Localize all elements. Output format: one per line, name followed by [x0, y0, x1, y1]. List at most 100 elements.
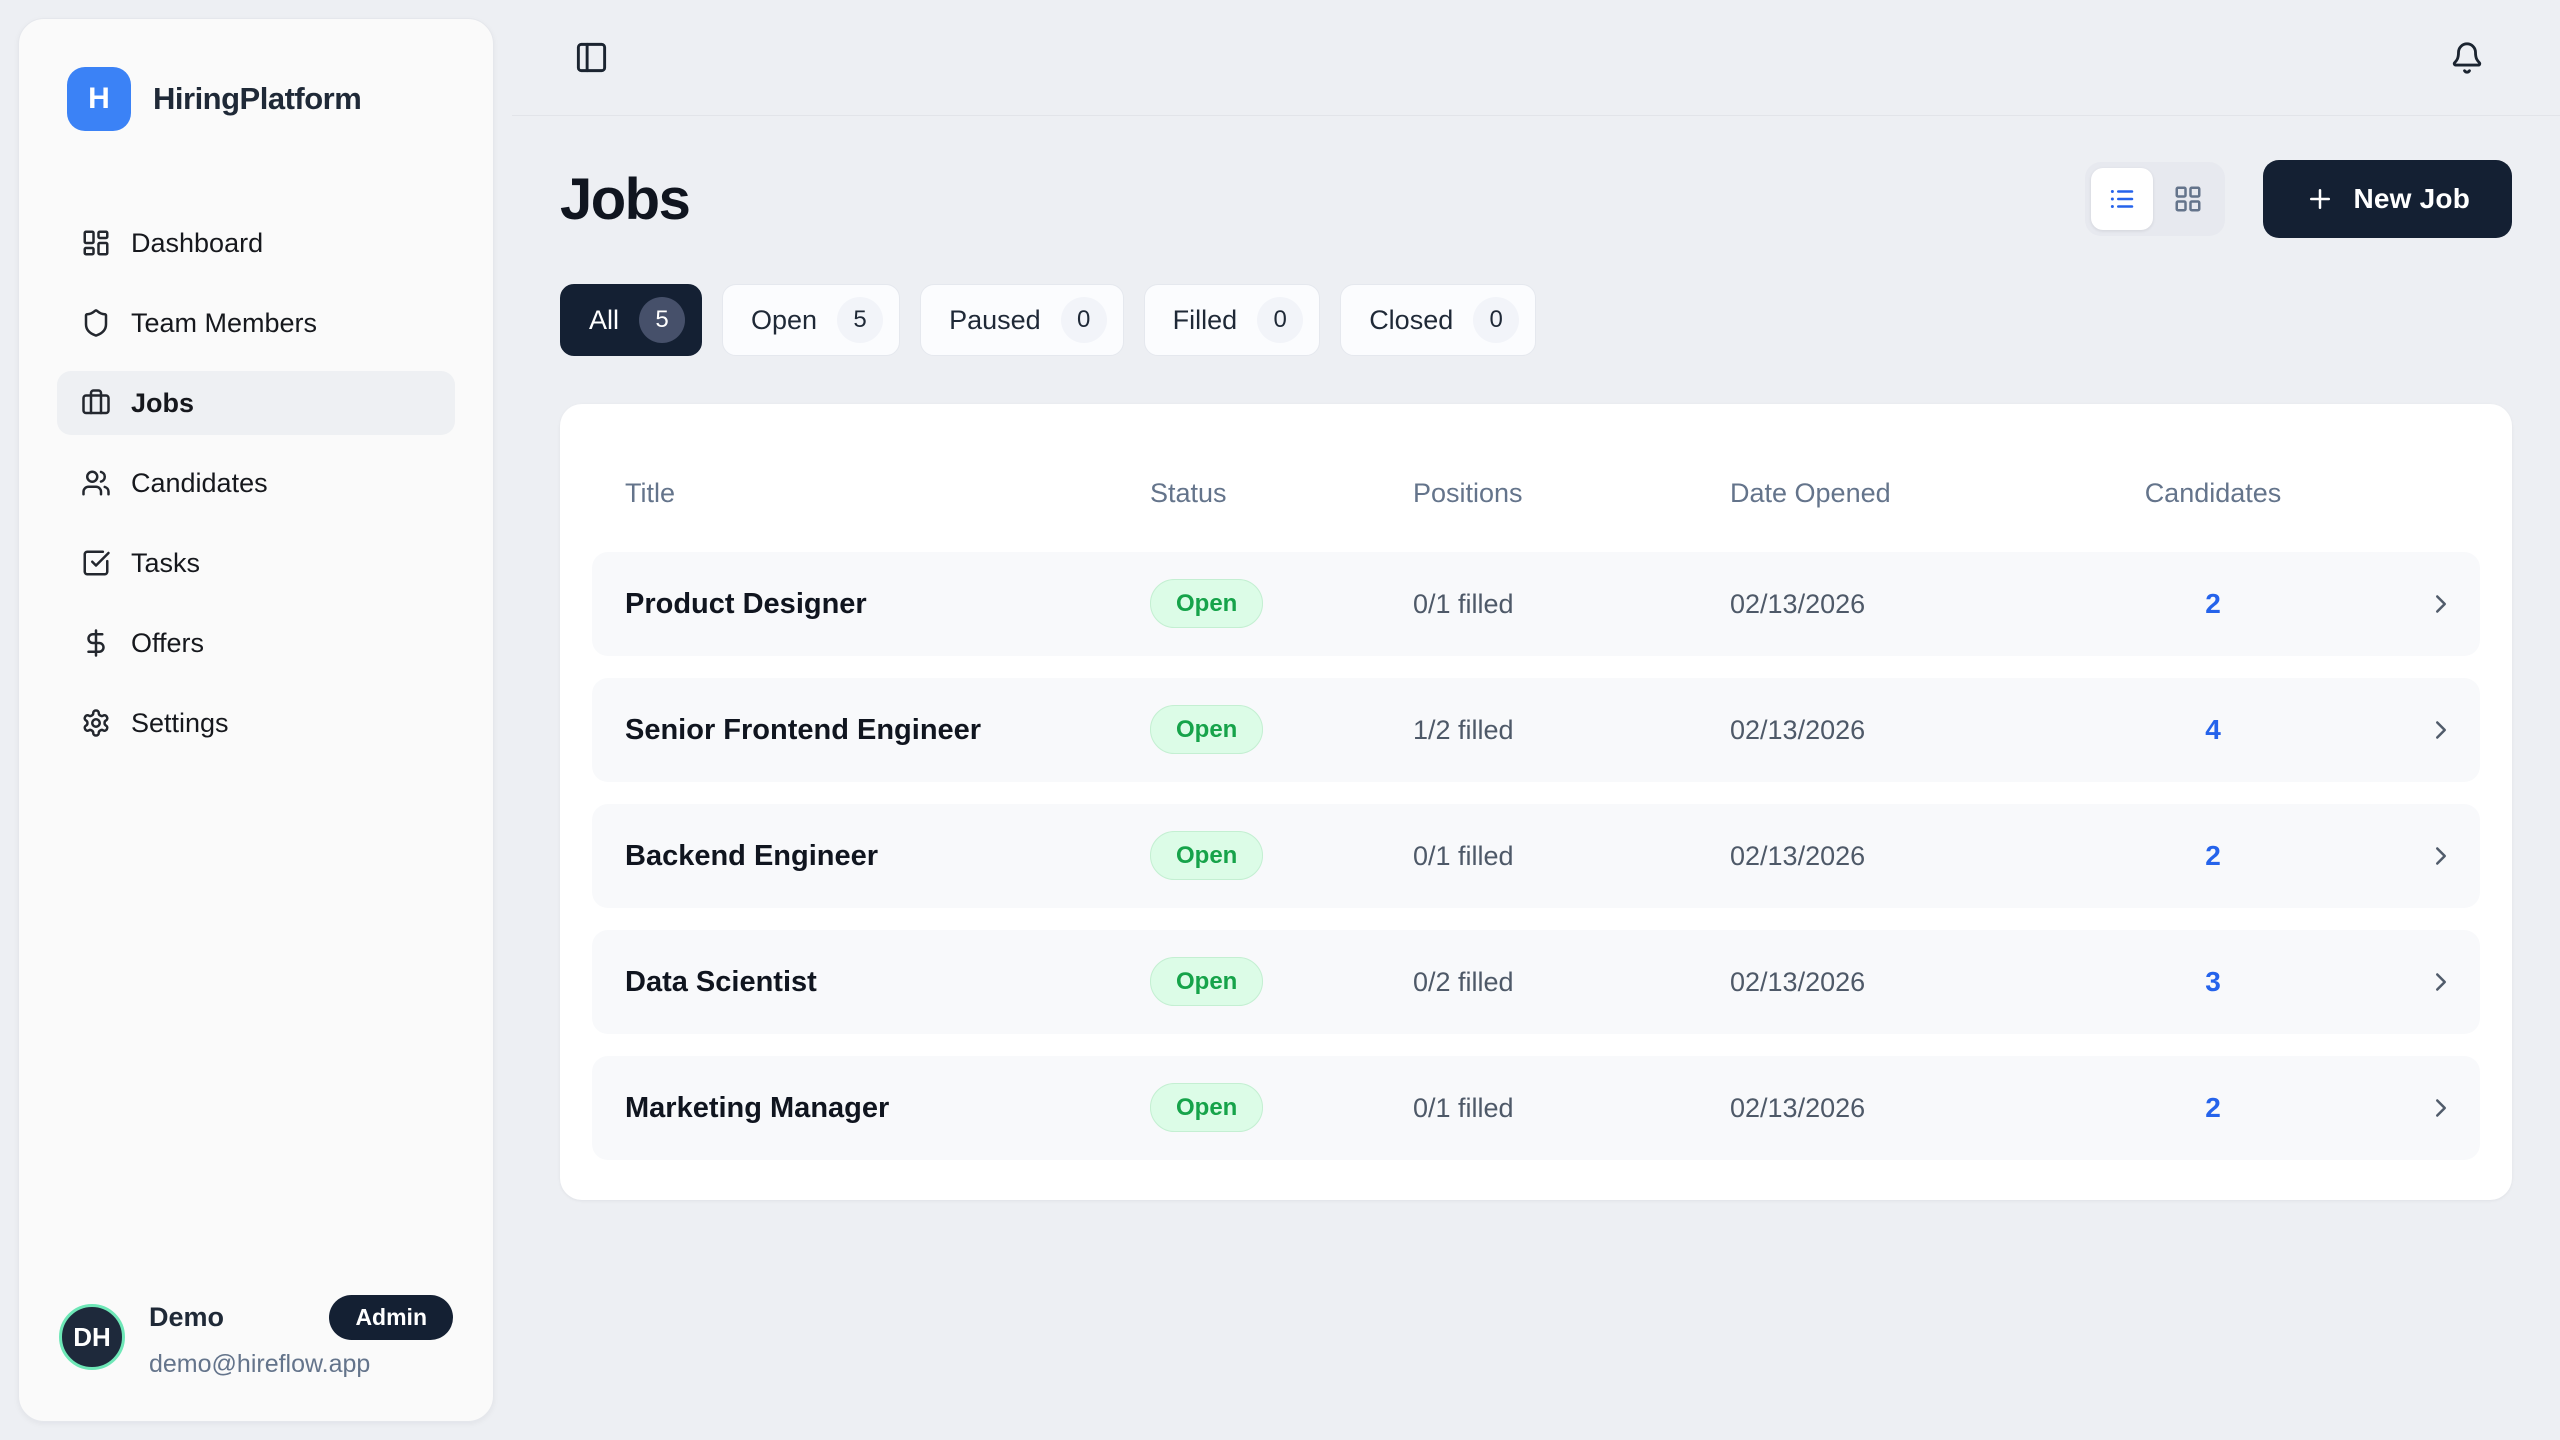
status-badge: Open [1150, 579, 1263, 628]
column-header-status: Status [1150, 478, 1413, 509]
brand-initial: H [88, 82, 110, 116]
column-header-candidates: Candidates [2128, 478, 2298, 509]
grid-view-button[interactable] [2157, 168, 2219, 230]
status-badge: Open [1150, 1083, 1263, 1132]
filter-tab-open[interactable]: Open 5 [722, 284, 900, 356]
filter-tab-closed[interactable]: Closed 0 [1340, 284, 1536, 356]
view-toggle [2085, 162, 2225, 236]
sidebar-item-settings[interactable]: Settings [57, 691, 455, 755]
date-opened-cell: 02/13/2026 [1730, 967, 2128, 998]
table-row[interactable]: Product Designer Open 0/1 filled 02/13/2… [592, 552, 2480, 656]
sidebar-item-candidates[interactable]: Candidates [57, 451, 455, 515]
job-title: Marketing Manager [625, 1092, 1150, 1125]
filter-tab-paused[interactable]: Paused 0 [920, 284, 1124, 356]
sidebar-item-dashboard[interactable]: Dashboard [57, 211, 455, 275]
filter-count-badge: 5 [837, 297, 883, 343]
candidates-count[interactable]: 2 [2128, 840, 2298, 872]
sidebar-item-team-members[interactable]: Team Members [57, 291, 455, 355]
candidates-count[interactable]: 2 [2128, 588, 2298, 620]
job-title: Product Designer [625, 588, 1150, 621]
sidebar-item-tasks[interactable]: Tasks [57, 531, 455, 595]
filter-label: Open [751, 305, 817, 336]
list-view-button[interactable] [2091, 168, 2153, 230]
jobs-table: TitleStatusPositionsDate OpenedCandidate… [560, 404, 2512, 1200]
briefcase-icon [81, 388, 111, 418]
date-opened-cell: 02/13/2026 [1730, 715, 2128, 746]
filter-label: Filled [1173, 305, 1238, 336]
notifications-button[interactable] [2450, 41, 2484, 75]
check-square-icon [81, 548, 111, 578]
user-name: Demo [149, 1302, 224, 1333]
chevron-right-icon[interactable] [2426, 967, 2456, 997]
filter-tab-filled[interactable]: Filled 0 [1144, 284, 1321, 356]
head-actions: New Job [2085, 160, 2512, 238]
filter-label: Closed [1369, 305, 1453, 336]
table-header-row: TitleStatusPositionsDate OpenedCandidate… [592, 434, 2480, 552]
date-opened-cell: 02/13/2026 [1730, 841, 2128, 872]
page-title: Jobs [560, 166, 689, 233]
positions-cell: 0/1 filled [1413, 841, 1730, 872]
brand: H HiringPlatform [19, 67, 493, 131]
job-title: Backend Engineer [625, 840, 1150, 873]
filter-count-badge: 0 [1061, 297, 1107, 343]
status-badge: Open [1150, 831, 1263, 880]
main-content: Jobs New Job All 5 Open 5 [512, 0, 2560, 1440]
column-header-positions: Positions [1413, 478, 1730, 509]
candidates-count[interactable]: 2 [2128, 1092, 2298, 1124]
filter-tab-all[interactable]: All 5 [560, 284, 702, 356]
sidebar-item-jobs[interactable]: Jobs [57, 371, 455, 435]
brand-name: HiringPlatform [153, 81, 361, 117]
table-row[interactable]: Backend Engineer Open 0/1 filled 02/13/2… [592, 804, 2480, 908]
avatar: DH [59, 1304, 125, 1370]
filter-count-badge: 5 [639, 297, 685, 343]
table-row[interactable]: Marketing Manager Open 0/1 filled 02/13/… [592, 1056, 2480, 1160]
grid-icon [2173, 184, 2203, 214]
role-badge: Admin [329, 1295, 453, 1340]
date-opened-cell: 02/13/2026 [1730, 1093, 2128, 1124]
page-head: Jobs New Job [560, 160, 2512, 238]
filter-label: All [589, 305, 619, 336]
topbar [512, 0, 2560, 116]
job-title: Data Scientist [625, 966, 1150, 999]
filter-count-badge: 0 [1473, 297, 1519, 343]
status-cell: Open [1150, 1094, 1413, 1122]
status-badge: Open [1150, 705, 1263, 754]
positions-cell: 1/2 filled [1413, 715, 1730, 746]
bell-icon [2450, 41, 2484, 75]
new-job-button[interactable]: New Job [2263, 160, 2512, 238]
chevron-right-icon[interactable] [2426, 589, 2456, 619]
filter-count-badge: 0 [1257, 297, 1303, 343]
user-card[interactable]: DH Demo Admin demo@hireflow.app [19, 1295, 493, 1379]
sidebar: H HiringPlatform Dashboard Team Members … [18, 18, 494, 1422]
sidebar-toggle-button[interactable] [574, 40, 609, 75]
users-icon [81, 468, 111, 498]
table-row[interactable]: Senior Frontend Engineer Open 1/2 filled… [592, 678, 2480, 782]
jobs-page: Jobs New Job All 5 Open 5 [512, 116, 2560, 1200]
dollar-icon [81, 628, 111, 658]
plus-icon [2305, 184, 2335, 214]
column-header-date-opened: Date Opened [1730, 478, 2128, 509]
job-title: Senior Frontend Engineer [625, 714, 1150, 747]
positions-cell: 0/2 filled [1413, 967, 1730, 998]
chevron-right-icon[interactable] [2426, 841, 2456, 871]
list-icon [2107, 184, 2137, 214]
chevron-right-icon[interactable] [2426, 715, 2456, 745]
table-row[interactable]: Data Scientist Open 0/2 filled 02/13/202… [592, 930, 2480, 1034]
candidates-count[interactable]: 4 [2128, 714, 2298, 746]
filter-tabs: All 5 Open 5 Paused 0 Filled 0 Closed 0 [560, 284, 2512, 356]
filter-label: Paused [949, 305, 1041, 336]
avatar-initials: DH [73, 1322, 111, 1353]
chevron-right-icon[interactable] [2426, 1093, 2456, 1123]
status-cell: Open [1150, 590, 1413, 618]
panel-left-icon [574, 40, 609, 75]
user-email: demo@hireflow.app [149, 1350, 453, 1379]
sidebar-nav: Dashboard Team Members Jobs Candidates T… [19, 211, 493, 1295]
status-cell: Open [1150, 842, 1413, 870]
column-header-title: Title [625, 478, 1150, 509]
sidebar-item-offers[interactable]: Offers [57, 611, 455, 675]
status-cell: Open [1150, 716, 1413, 744]
status-badge: Open [1150, 957, 1263, 1006]
table-body: Product Designer Open 0/1 filled 02/13/2… [592, 552, 2480, 1160]
new-job-label: New Job [2353, 183, 2470, 215]
candidates-count[interactable]: 3 [2128, 966, 2298, 998]
